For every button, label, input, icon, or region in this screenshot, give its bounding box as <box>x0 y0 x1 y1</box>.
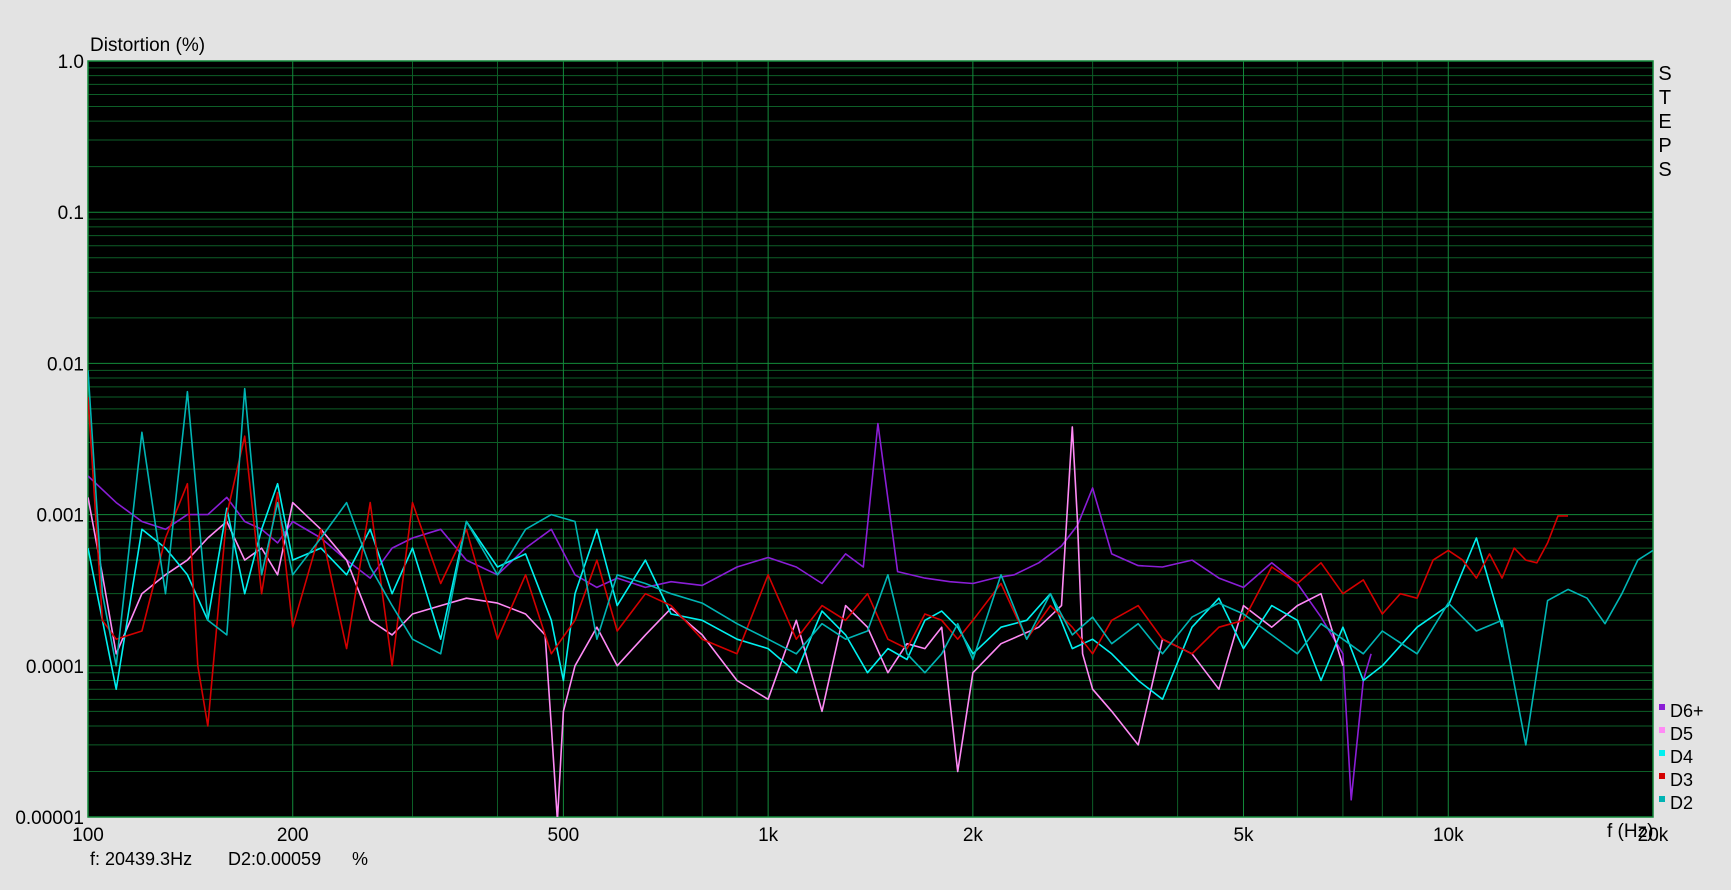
legend-label: D3 <box>1670 770 1694 790</box>
legend-swatch <box>1659 727 1665 733</box>
y-tick-label: 0.1 <box>58 203 84 224</box>
x-tick-label: 2k <box>963 825 984 846</box>
x-tick-label: 10k <box>1433 825 1464 846</box>
steps-letter: P <box>1658 135 1672 157</box>
x-axis-label: f (Hz) <box>1607 821 1653 842</box>
legend-swatch <box>1659 796 1665 802</box>
legend-swatch <box>1659 704 1665 710</box>
legend-item[interactable]: D4 <box>1659 746 1693 768</box>
x-tick-label: 200 <box>277 825 309 846</box>
y-axis-label: Distortion (%) <box>90 35 205 56</box>
steps-side-label: STEPS <box>1657 62 1673 182</box>
unit-readout: % <box>352 849 369 869</box>
x-tick-label: 1k <box>758 825 779 846</box>
y-tick-label: 0.0001 <box>26 657 84 678</box>
legend-swatch <box>1659 773 1665 779</box>
legend-item[interactable]: D6+ <box>1659 700 1704 722</box>
y-tick-label: 1.0 <box>58 52 84 73</box>
legend-item[interactable]: D5 <box>1659 723 1693 745</box>
y-tick-label: 0.01 <box>47 354 84 375</box>
value-readout: D2:0.00059 <box>228 849 322 869</box>
y-tick-label: 0.001 <box>36 506 84 527</box>
legend-item[interactable]: D3 <box>1659 769 1693 791</box>
x-tick-label: 500 <box>548 825 580 846</box>
frequency-readout: f: 20439.3Hz <box>90 849 193 869</box>
legend-item[interactable]: D2 <box>1659 792 1693 814</box>
legend-swatch <box>1659 750 1665 756</box>
x-tick-label: 5k <box>1233 825 1254 846</box>
legend-label: D4 <box>1670 747 1694 767</box>
legend-label: D6+ <box>1670 701 1704 721</box>
legend-label: D2 <box>1670 793 1694 813</box>
steps-letter: S <box>1658 63 1672 85</box>
steps-letter: E <box>1658 111 1672 133</box>
plot-area[interactable] <box>88 61 1653 817</box>
steps-letter: T <box>1658 87 1672 109</box>
y-tick-label: 0.00001 <box>15 808 84 829</box>
steps-letter: S <box>1658 159 1672 181</box>
distortion-chart: Distortion (%) 100 200 500 1k 2k 5k 10k 20k1.00… <box>15 35 1669 846</box>
legend-label: D5 <box>1670 724 1694 744</box>
